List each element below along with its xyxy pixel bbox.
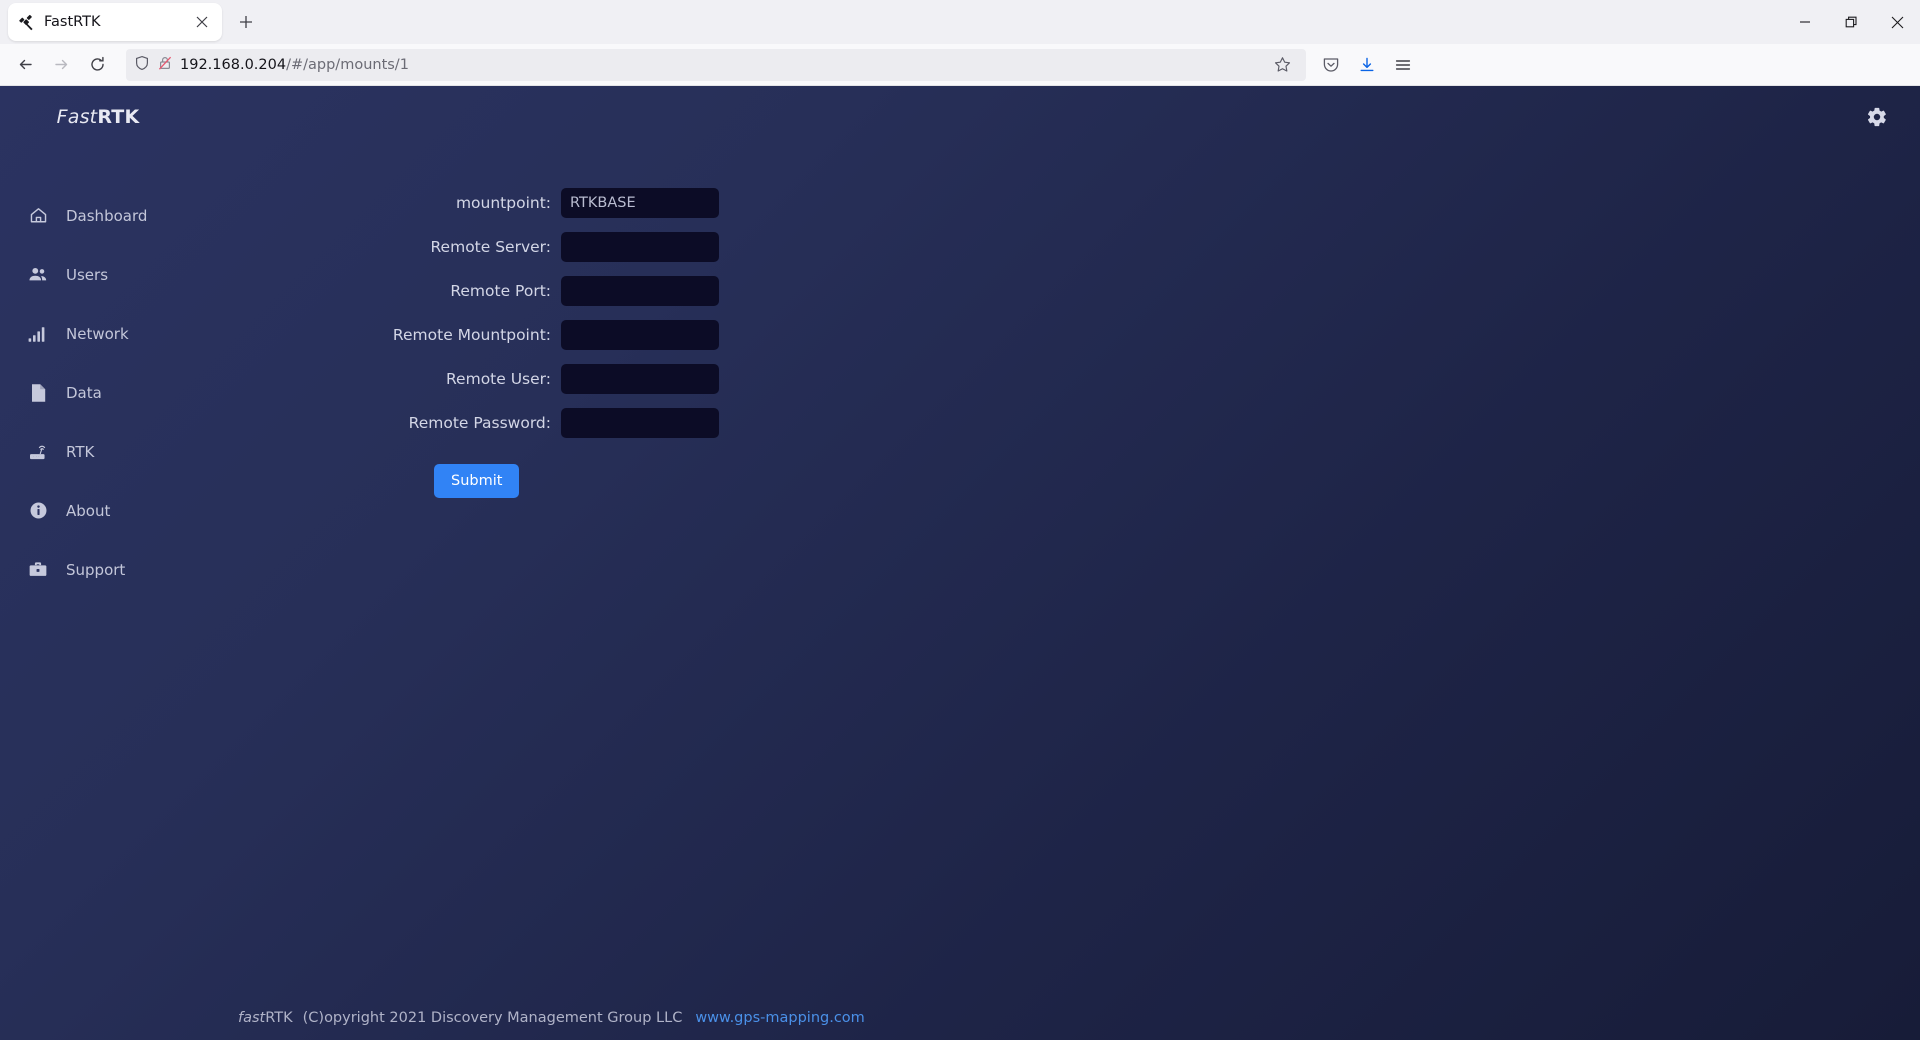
label-remote-server: Remote Server: bbox=[430, 238, 551, 256]
footer-copyright: (C)opyright 2021 Discovery Management Gr… bbox=[302, 1010, 683, 1026]
signal-bars-icon bbox=[28, 324, 48, 344]
url-bar[interactable]: 192.168.0.204/#/app/mounts/1 bbox=[126, 48, 1306, 81]
page-footer: fastRTK (C)opyright 2021 Discovery Manag… bbox=[0, 996, 1920, 1040]
field-row-remote-mountpoint: Remote Mountpoint: bbox=[196, 318, 1920, 352]
tab-strip: FastRTK bbox=[0, 0, 1920, 44]
logo-part-rtk: RTK bbox=[97, 106, 140, 128]
label-remote-user: Remote User: bbox=[445, 370, 551, 388]
home-icon bbox=[28, 206, 48, 226]
toolbar-actions bbox=[1314, 49, 1420, 81]
maximize-restore-button[interactable] bbox=[1828, 0, 1874, 44]
navigation-toolbar: 192.168.0.204/#/app/mounts/1 bbox=[0, 44, 1920, 86]
shield-icon[interactable] bbox=[134, 55, 150, 75]
remote-server-input[interactable] bbox=[561, 232, 719, 262]
close-icon[interactable] bbox=[192, 12, 212, 32]
submit-button[interactable]: Submit bbox=[434, 464, 520, 498]
sidebar-item-data[interactable]: Data bbox=[0, 363, 196, 422]
pocket-icon[interactable] bbox=[1314, 49, 1348, 81]
new-tab-button[interactable] bbox=[232, 8, 260, 36]
main-content: mountpoint: Remote Server: Remote Port: … bbox=[196, 148, 1920, 599]
close-window-button[interactable] bbox=[1874, 0, 1920, 44]
footer-website-link[interactable]: www.gps-mapping.com bbox=[695, 1010, 864, 1026]
users-icon bbox=[28, 265, 48, 285]
sidebar-item-label: Support bbox=[66, 560, 126, 579]
sidebar: Dashboard Users Network Data RTK About S… bbox=[0, 148, 196, 599]
forward-button[interactable] bbox=[44, 49, 78, 81]
page-viewport: FastRTK Dashboard Users Network Data RTK… bbox=[0, 86, 1920, 1040]
footer-brand-rtk: RTK bbox=[265, 1010, 293, 1026]
router-icon bbox=[28, 442, 48, 462]
browser-window: FastRTK 192.168.0.204/#/app/mounts/1 Fas… bbox=[0, 0, 1920, 1040]
sidebar-item-label: Dashboard bbox=[66, 206, 148, 225]
sidebar-item-dashboard[interactable]: Dashboard bbox=[0, 186, 196, 245]
sidebar-item-label: Data bbox=[66, 383, 102, 402]
minimize-button[interactable] bbox=[1782, 0, 1828, 44]
field-row-remote-port: Remote Port: bbox=[196, 274, 1920, 308]
remote-mountpoint-input[interactable] bbox=[561, 320, 719, 350]
logo-part-fast: Fast bbox=[56, 106, 98, 128]
sidebar-item-network[interactable]: Network bbox=[0, 304, 196, 363]
sidebar-item-label: Users bbox=[66, 265, 109, 284]
star-icon[interactable] bbox=[1266, 48, 1298, 81]
sidebar-item-about[interactable]: About bbox=[0, 481, 196, 540]
gear-icon[interactable] bbox=[1864, 104, 1890, 130]
field-row-remote-password: Remote Password: bbox=[196, 406, 1920, 440]
url-path: /#/app/mounts/1 bbox=[286, 56, 409, 73]
app-logo[interactable]: FastRTK bbox=[0, 106, 196, 128]
sidebar-item-label: About bbox=[66, 501, 111, 520]
label-remote-port: Remote Port: bbox=[450, 282, 551, 300]
window-controls bbox=[1782, 0, 1920, 44]
label-remote-password: Remote Password: bbox=[408, 414, 551, 432]
footer-brand-fast: fast bbox=[238, 1010, 266, 1026]
info-circle-icon bbox=[28, 501, 48, 521]
mountpoint-input[interactable] bbox=[561, 188, 719, 218]
sidebar-item-label: RTK bbox=[66, 442, 95, 461]
reload-button[interactable] bbox=[80, 49, 114, 81]
sidebar-item-users[interactable]: Users bbox=[0, 245, 196, 304]
app-body: Dashboard Users Network Data RTK About S… bbox=[0, 148, 1920, 599]
browser-tab[interactable]: FastRTK bbox=[8, 3, 222, 41]
url-text: 192.168.0.204/#/app/mounts/1 bbox=[180, 57, 409, 73]
satellite-favicon bbox=[18, 14, 35, 31]
remote-user-input[interactable] bbox=[561, 364, 719, 394]
sidebar-item-support[interactable]: Support bbox=[0, 540, 196, 599]
label-remote-mountpoint: Remote Mountpoint: bbox=[392, 326, 551, 344]
blocked-lock-icon[interactable] bbox=[157, 55, 173, 75]
briefcase-icon bbox=[28, 560, 48, 580]
remote-password-input[interactable] bbox=[561, 408, 719, 438]
sidebar-item-label: Network bbox=[66, 324, 129, 343]
tab-title: FastRTK bbox=[44, 14, 101, 30]
app-header: FastRTK bbox=[0, 86, 1920, 148]
remote-port-input[interactable] bbox=[561, 276, 719, 306]
url-host: 192.168.0.204 bbox=[180, 56, 287, 73]
field-row-remote-user: Remote User: bbox=[196, 362, 1920, 396]
document-icon bbox=[28, 383, 48, 403]
submit-row: Submit bbox=[196, 464, 1920, 498]
label-mountpoint: mountpoint: bbox=[455, 194, 551, 212]
hamburger-menu-icon[interactable] bbox=[1386, 49, 1420, 81]
footer-brand: fastRTK bbox=[238, 1010, 293, 1026]
field-row-mountpoint: mountpoint: bbox=[196, 186, 1920, 220]
sidebar-item-rtk[interactable]: RTK bbox=[0, 422, 196, 481]
mount-settings-form: mountpoint: Remote Server: Remote Port: … bbox=[196, 186, 1920, 498]
download-icon[interactable] bbox=[1350, 49, 1384, 81]
back-button[interactable] bbox=[8, 49, 42, 81]
field-row-remote-server: Remote Server: bbox=[196, 230, 1920, 264]
